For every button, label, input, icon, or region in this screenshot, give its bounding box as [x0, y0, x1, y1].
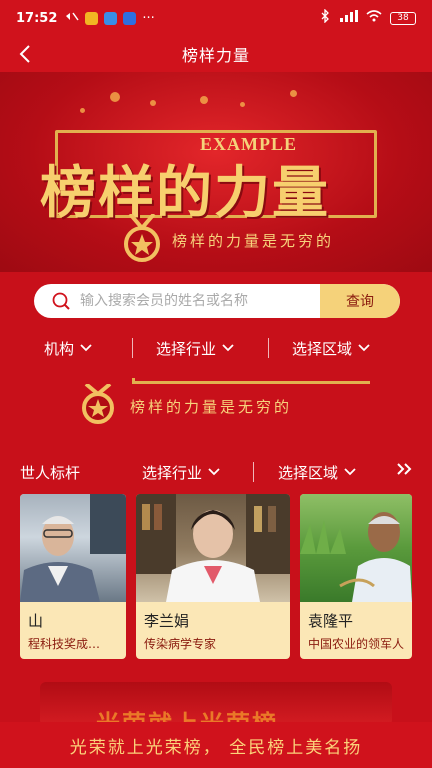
footer-slogan-bar: 光荣就上光荣榜， 全民榜上美名扬 [0, 722, 432, 768]
card-description: 程科技奖成… [28, 637, 101, 651]
battery-indicator: 38 [390, 11, 416, 25]
spark-decoration [200, 96, 208, 104]
filter-label: 选择行业 [142, 463, 203, 482]
card-description: 中国农业的领军人 [308, 637, 405, 651]
medal-icon [122, 212, 162, 262]
footer-slogan: 光荣就上光荣榜， 全民榜上美名扬 [69, 737, 363, 758]
role-model-card[interactable]: 李兰娟 传染病学专家 [136, 494, 290, 659]
chevron-down-icon [208, 468, 220, 476]
banner-slogan: 榜样的力量是无穷的 [172, 232, 335, 250]
divider [132, 338, 133, 358]
chevron-down-icon [222, 344, 234, 352]
filter-label: 选择区域 [292, 339, 353, 358]
filter-industry[interactable]: 选择行业 [156, 338, 234, 359]
role-model-carousel: 山 程科技奖成… 李兰娟 传染病学专家 袁隆平 中国农业的领军人 [0, 494, 432, 660]
role-model-card[interactable]: 袁隆平 中国农业的领军人 [300, 494, 412, 659]
medal-icon [78, 382, 118, 424]
status-time: 17:52 [16, 10, 58, 26]
back-arrow-icon[interactable] [14, 42, 36, 66]
spark-decoration [240, 102, 245, 107]
nav-bar: 榜样力量 [0, 36, 432, 72]
secondary-banner: 榜样的力量是无穷的 [70, 378, 370, 424]
signal-icon [338, 10, 358, 26]
divider [268, 338, 269, 358]
status-app-icons: ··· [65, 10, 155, 27]
search-bar: 查询 [34, 284, 400, 318]
baidu-icon [123, 11, 137, 25]
spark-decoration [290, 90, 297, 97]
filter-region[interactable]: 选择区域 [278, 462, 356, 483]
filter-label: 选择区域 [278, 463, 339, 482]
filter-region[interactable]: 选择区域 [292, 338, 370, 359]
hero-banner: EXAMPLE 榜样的力量 榜样的力量是无穷的 [0, 72, 432, 272]
card-name: 袁隆平 [308, 612, 354, 630]
mute-icon [65, 10, 80, 27]
banner-frame [132, 378, 370, 384]
search-input[interactable] [80, 293, 320, 309]
app-notification-icon [85, 11, 99, 25]
banner-slogan: 榜样的力量是无穷的 [130, 398, 293, 416]
chevron-down-icon [80, 344, 92, 352]
filter-row: 机构 选择行业 选择区域 [0, 334, 432, 362]
status-right: 38 [320, 8, 416, 27]
card-name: 山 [28, 612, 44, 630]
more-dots-icon: ··· [142, 10, 155, 26]
divider [253, 462, 254, 482]
chevron-down-icon [358, 344, 370, 352]
person-photo [136, 494, 290, 602]
search-icon [50, 290, 72, 312]
double-chevron-right-icon[interactable] [396, 462, 412, 480]
card-name: 李兰娟 [144, 612, 190, 630]
filter-industry[interactable]: 选择行业 [142, 462, 220, 483]
bluetooth-icon [320, 8, 330, 27]
category-label[interactable]: 世人标杆 [20, 462, 80, 483]
wifi-icon [366, 10, 382, 26]
spark-decoration [150, 100, 156, 106]
filter-organization[interactable]: 机构 [44, 338, 92, 359]
banner-title: 榜样的力量 [40, 160, 330, 226]
status-bar: 17:52 ··· 38 [0, 0, 432, 36]
person-photo [300, 494, 412, 602]
filter-label: 选择行业 [156, 339, 217, 358]
card-description: 传染病学专家 [144, 637, 217, 651]
spark-decoration [110, 92, 120, 102]
chevron-down-icon [344, 468, 356, 476]
spark-decoration [80, 108, 85, 113]
role-model-card[interactable]: 山 程科技奖成… [20, 494, 126, 659]
category-filter-row: 世人标杆 选择行业 选择区域 [0, 458, 432, 486]
search-button[interactable]: 查询 [320, 284, 400, 318]
page-title: 榜样力量 [181, 46, 250, 65]
filter-label: 机构 [44, 339, 75, 358]
person-photo [20, 494, 126, 602]
message-icon [104, 11, 118, 25]
